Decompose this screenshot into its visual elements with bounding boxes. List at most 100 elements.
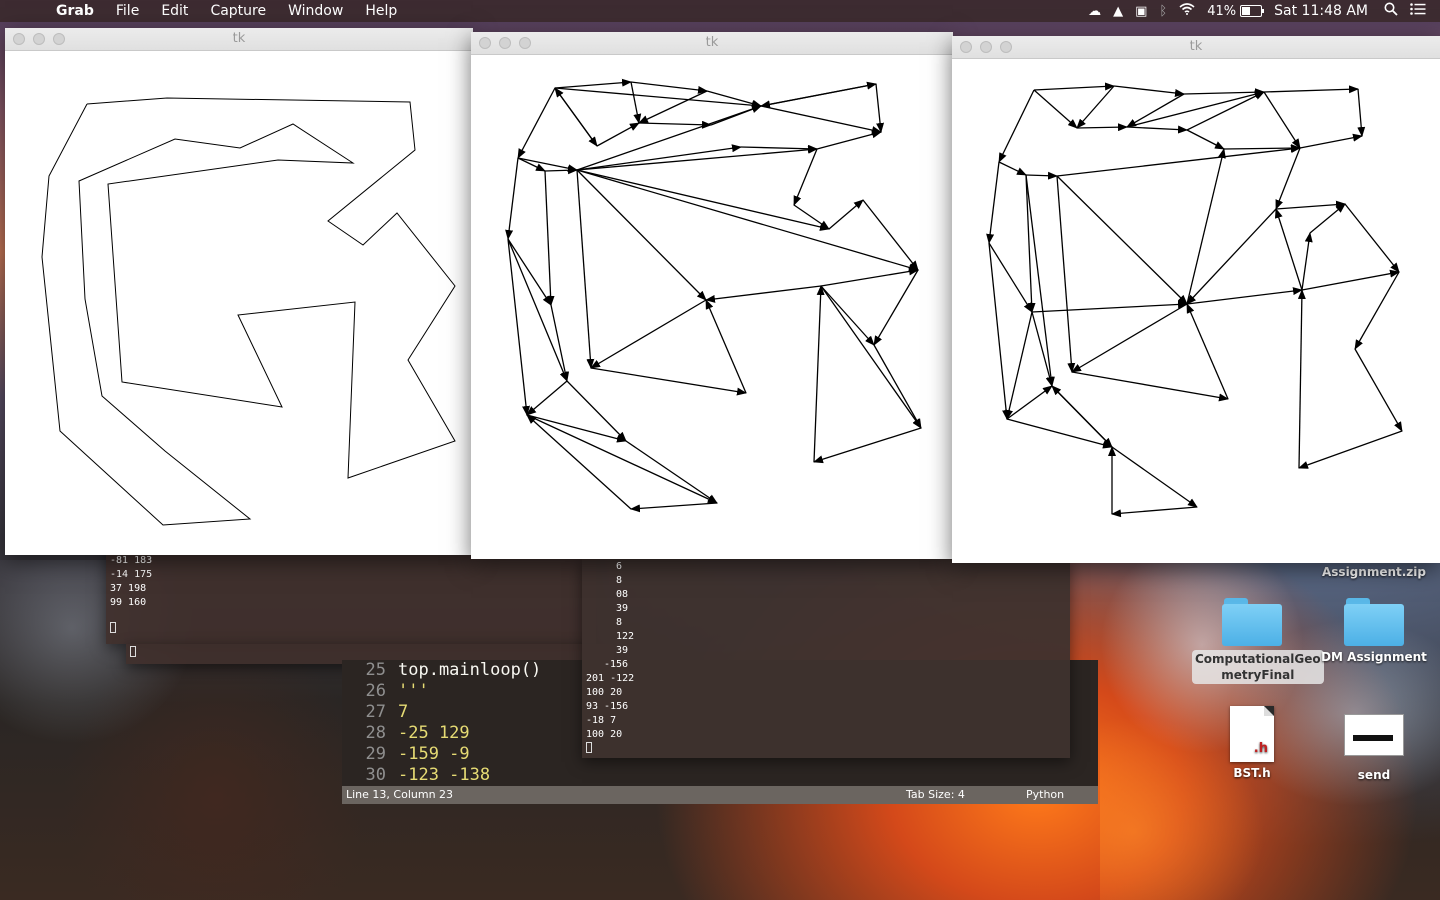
graph-edge — [1186, 91, 1265, 131]
terminal-line: 100 20 — [586, 729, 623, 740]
graph-edge — [576, 145, 818, 171]
graph-edge — [760, 83, 877, 109]
close-button[interactable] — [13, 33, 25, 45]
notification-center-icon[interactable] — [1410, 3, 1426, 19]
graph-edge — [1051, 385, 1113, 448]
graph-edge — [1344, 203, 1400, 273]
battery-icon[interactable] — [1240, 5, 1265, 17]
minimize-button[interactable] — [33, 33, 45, 45]
menu-app-grab[interactable]: Grab — [56, 3, 94, 19]
terminal-line: 08 — [616, 589, 629, 600]
terminal-line: -14 175 — [110, 569, 153, 580]
window-titlebar[interactable]: tk — [471, 32, 953, 55]
graph-edge — [1186, 129, 1225, 150]
code-line[interactable]: -123 -138 — [398, 765, 490, 786]
tk-window-graph-2[interactable]: tk — [952, 36, 1440, 563]
zoom-button[interactable] — [1000, 41, 1012, 53]
line-number: 29 — [365, 744, 386, 764]
terminal-line: 8 — [616, 575, 623, 586]
graph-edge — [507, 238, 568, 382]
code-line[interactable]: -159 -9 — [398, 744, 470, 765]
bluetooth-icon[interactable]: ᛒ — [1159, 4, 1167, 19]
spotlight-icon[interactable] — [1384, 2, 1398, 20]
menu-edit[interactable]: Edit — [161, 3, 188, 19]
terminal-line: 201 -122 — [586, 673, 635, 684]
file-bst-h[interactable]: .h BST.h — [1192, 706, 1312, 780]
clock[interactable]: Sat 11:48 AM — [1274, 3, 1368, 19]
terminal-cursor — [110, 622, 116, 633]
canvas-polygon — [41, 97, 456, 526]
close-button[interactable] — [479, 37, 491, 49]
graph-edge — [1025, 174, 1055, 387]
code-line[interactable]: 7 — [398, 702, 408, 723]
graph-edge — [1354, 271, 1400, 350]
window-titlebar[interactable]: tk — [5, 28, 473, 51]
graph-edge — [873, 344, 922, 429]
graph-edge — [988, 242, 1011, 420]
folder-label: ComputationalGeo metryFinal — [1192, 650, 1324, 684]
window-titlebar[interactable]: tk — [952, 36, 1440, 59]
minimize-button[interactable] — [499, 37, 511, 49]
status-syntax[interactable]: Python — [1026, 786, 1064, 804]
window-title: tk — [232, 31, 246, 46]
terminal-line: -156 — [604, 659, 629, 670]
folder-dm-assignment[interactable]: DM Assignment — [1314, 598, 1434, 664]
header-file-icon: .h — [1230, 706, 1274, 762]
menu-file[interactable]: File — [116, 3, 139, 19]
terminal-line: 122 — [616, 631, 635, 642]
zip-file-label: Assignment.zip — [1322, 565, 1426, 579]
terminal-cursor — [130, 646, 136, 657]
graph-edge — [638, 120, 712, 129]
terminal-line: 37 198 — [110, 583, 147, 594]
graph-edge — [1111, 506, 1198, 518]
graph-edge — [590, 367, 747, 396]
graph-edge — [1033, 82, 1115, 91]
status-position[interactable]: Line 13, Column 23 — [346, 786, 453, 804]
menu-capture[interactable]: Capture — [210, 3, 266, 19]
menu-bar: Grab File Edit Capture Window Help ☁ ▲ ▣… — [0, 0, 1440, 22]
cloud-icon[interactable]: ☁ — [1088, 4, 1101, 19]
window-controls — [479, 37, 539, 49]
window-controls — [960, 41, 1020, 53]
folder-icon — [1222, 598, 1282, 646]
zoom-button[interactable] — [519, 37, 531, 49]
graph-edge — [820, 285, 922, 429]
graph-edge — [816, 130, 882, 150]
zoom-button[interactable] — [53, 33, 65, 45]
graph-edge — [554, 87, 598, 147]
code-line[interactable]: top.mainloop() — [398, 660, 541, 681]
graph-edge — [1126, 125, 1188, 134]
graph-edge — [1263, 85, 1359, 94]
line-number: 26 — [365, 681, 386, 701]
line-number: 25 — [365, 660, 386, 680]
graph-edge — [1076, 123, 1128, 132]
code-line[interactable]: -25 129 — [398, 723, 470, 744]
google-drive-icon[interactable]: ▲ — [1113, 4, 1123, 19]
tk-window-graph-1[interactable]: tk — [471, 32, 953, 559]
graph-edge — [1006, 418, 1113, 449]
minimize-button[interactable] — [980, 41, 992, 53]
graph-edge — [828, 199, 864, 230]
menu-window[interactable]: Window — [288, 3, 343, 19]
status-tab-size[interactable]: Tab Size: 4 — [906, 786, 965, 804]
terminal-window-right[interactable]: 6 8 08 39 8 122 39 -156 201 -122 100 20 … — [582, 558, 1070, 758]
wifi-icon[interactable] — [1179, 3, 1195, 19]
graph-edge — [1031, 300, 1188, 313]
menu-help[interactable]: Help — [365, 3, 397, 19]
folder-computational-geometry[interactable]: ComputationalGeo metryFinal — [1192, 598, 1324, 684]
graph-edge — [705, 299, 747, 394]
tk-window-polygon[interactable]: tk — [5, 28, 473, 555]
graph-edge — [1071, 371, 1229, 402]
file-send[interactable]: send — [1314, 706, 1434, 782]
graph-edge — [1186, 208, 1277, 305]
terminal-line: 100 20 — [586, 687, 623, 698]
graph-edge — [1297, 289, 1306, 469]
battery-percent[interactable]: 41% — [1207, 4, 1236, 19]
code-line[interactable]: ''' — [398, 681, 429, 702]
graph-edge — [544, 166, 578, 175]
shazam-icon[interactable]: ▣ — [1135, 4, 1147, 19]
desktop-zip-label[interactable]: Assignment.zip — [1314, 565, 1434, 579]
graph-edge — [1056, 175, 1076, 373]
graph-edge — [1111, 446, 1198, 508]
close-button[interactable] — [960, 41, 972, 53]
